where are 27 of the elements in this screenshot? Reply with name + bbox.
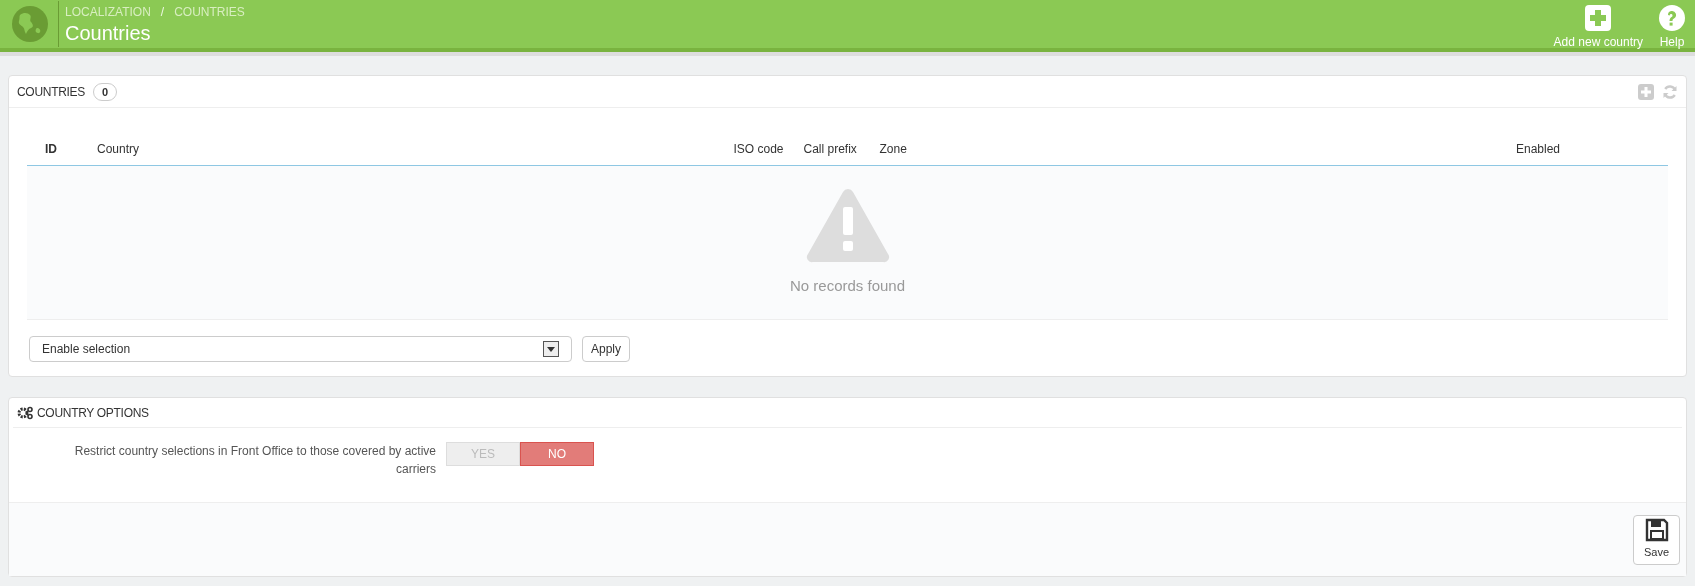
column-header: Zone [878, 141, 908, 158]
add-icon[interactable] [1638, 83, 1654, 100]
save-button[interactable]: Save [1633, 514, 1680, 565]
breadcrumb-separator: / [160, 3, 165, 21]
empty-message: No records found [789, 276, 906, 297]
help-icon [1659, 4, 1685, 31]
column-header: Call prefix [802, 141, 858, 158]
caret-icon [543, 341, 559, 357]
help-button[interactable]: Help [1655, 4, 1689, 48]
field-label: Restrict country selections in Front Office to those covered by active carriers [73, 443, 436, 478]
panel-title: COUNTRIES [17, 83, 85, 101]
column-header: ISO code [732, 141, 785, 158]
bulk-action-select[interactable]: Enable selection [29, 336, 572, 362]
column-header: Enabled [1515, 141, 1562, 158]
warning-icon [805, 187, 890, 264]
panel-title: COUNTRY OPTIONS [37, 404, 149, 422]
globe-icon [12, 6, 48, 42]
column-header: Country [96, 141, 141, 158]
column-header: ID [44, 141, 58, 158]
breadcrumb-link[interactable]: COUNTRIES [174, 2, 245, 21]
add-button[interactable]: Add new country [1549, 4, 1647, 48]
refresh-icon[interactable] [1662, 83, 1678, 100]
page-title: Countries [65, 20, 152, 46]
plus-icon [1585, 4, 1612, 31]
toggle-option[interactable]: NO [520, 442, 594, 466]
apply-button[interactable]: Apply [582, 336, 631, 362]
breadcrumb-link[interactable]: LOCALIZATION [65, 2, 151, 21]
